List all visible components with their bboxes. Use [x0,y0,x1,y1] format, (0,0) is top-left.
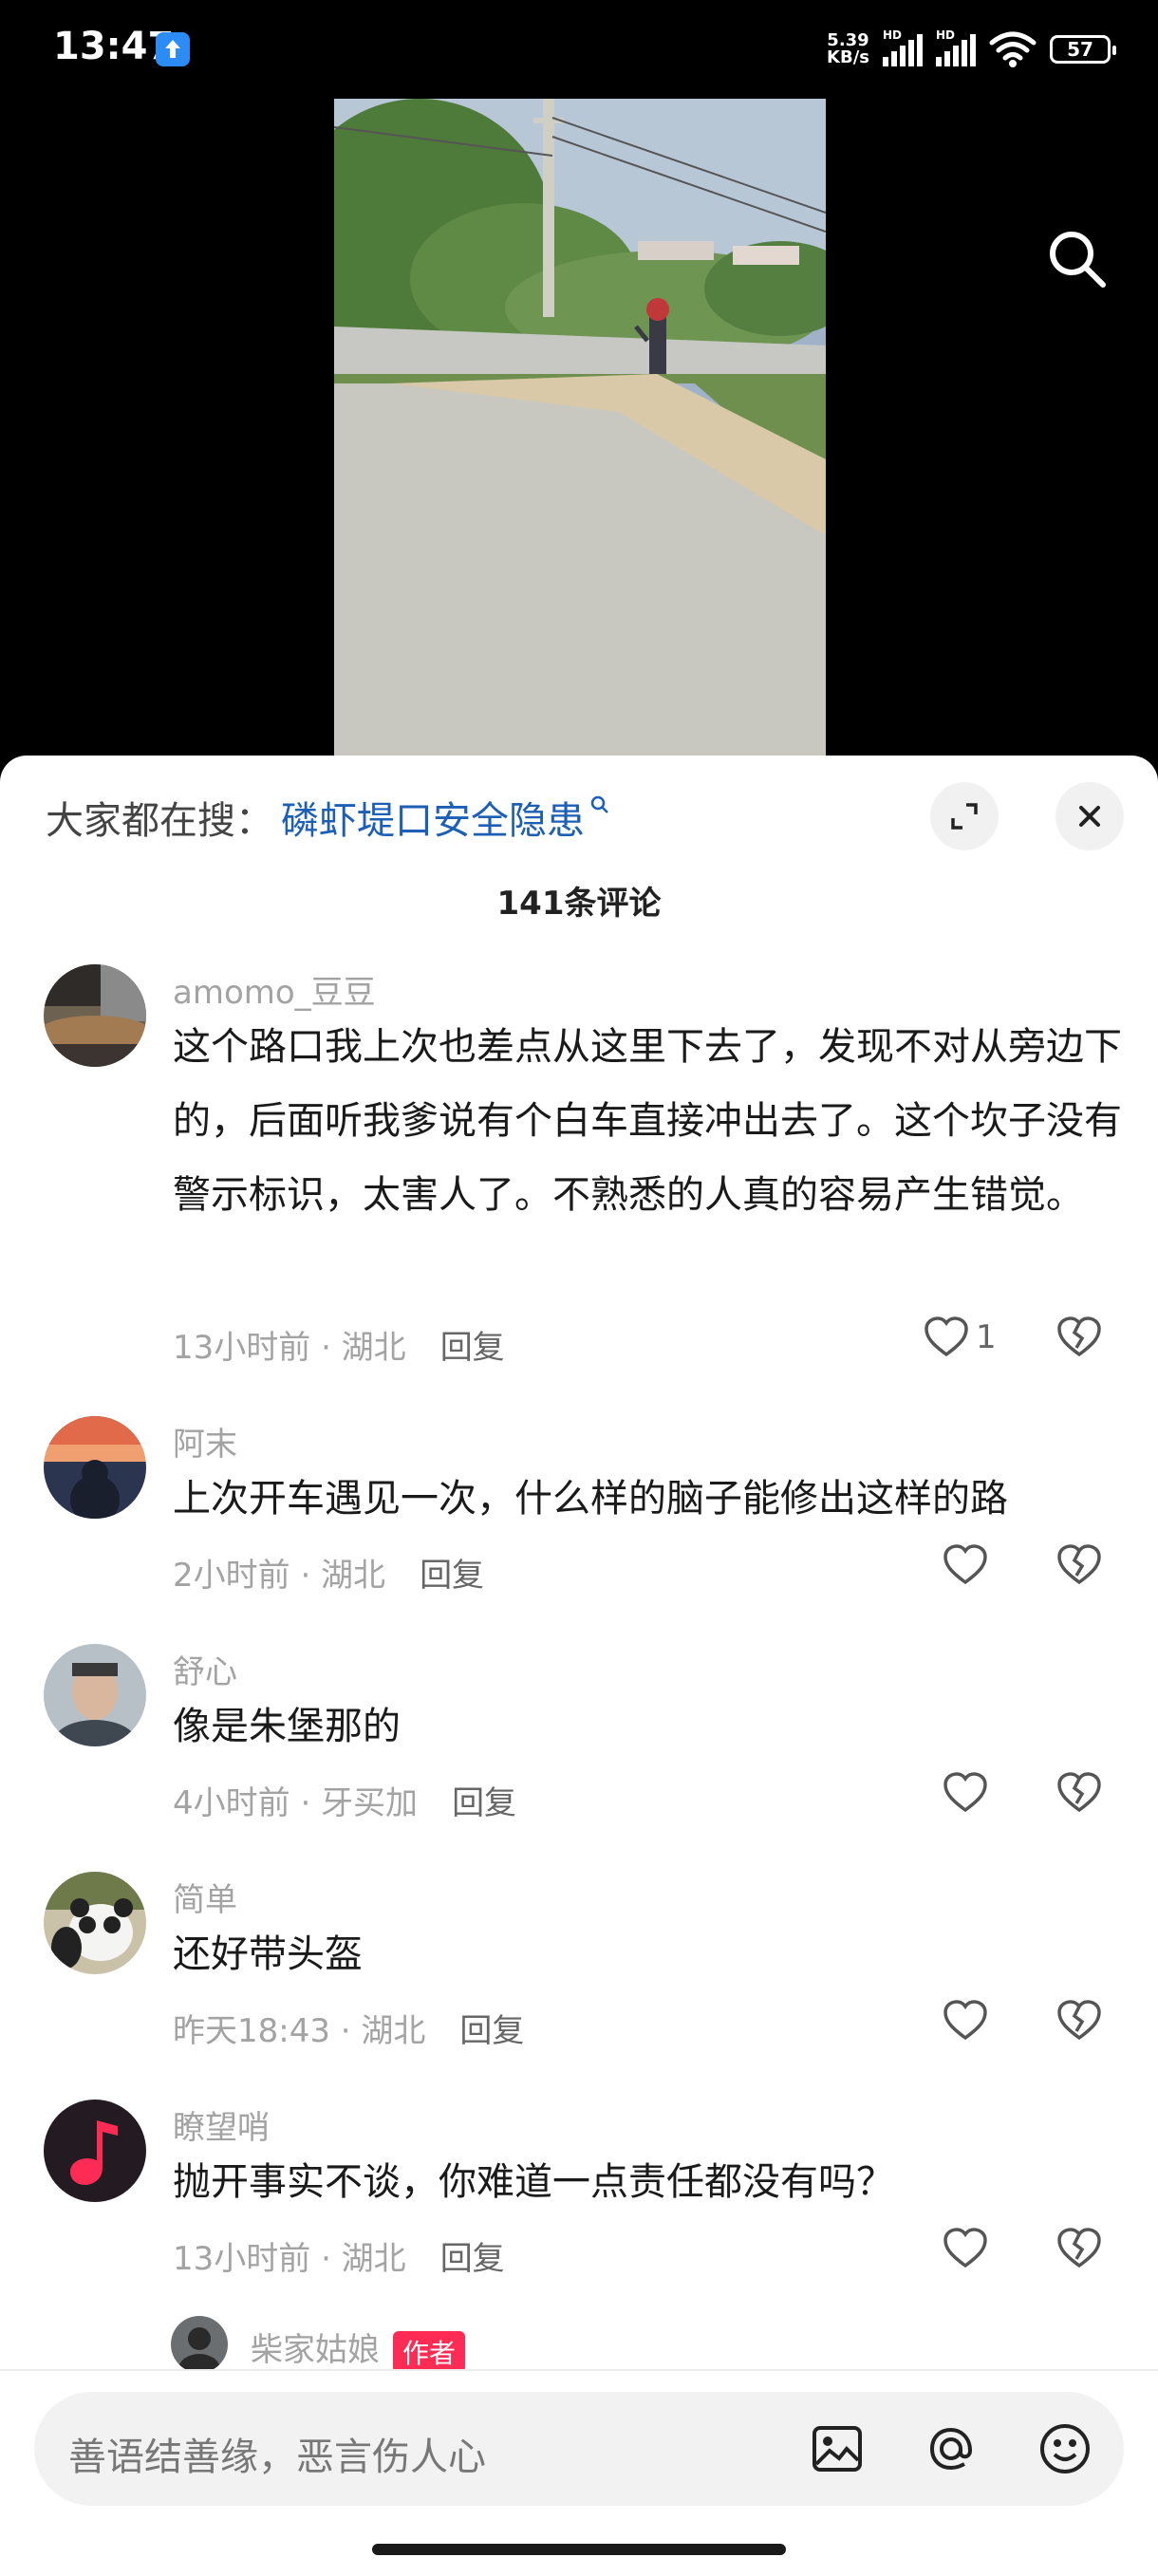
reply-button[interactable]: 回复 [420,1557,484,1595]
comments-sheet: 大家都在搜： 磷虾堤口安全隐患 141条评论 amomo_豆豆 这个路口我上次也差… [0,756,1158,2574]
broken-heart-icon [1057,1772,1101,1813]
search-button[interactable] [1044,226,1111,292]
wifi-icon [989,31,1037,67]
battery-icon: 57 [1050,35,1116,64]
comment-meta: 13小时前 · 湖北 回复 [173,2240,505,2278]
heart-icon [943,1544,987,1585]
comment-text: 抛开事实不谈，你难道一点责任都没有吗？ [173,2160,894,2204]
comment-text: 上次开车遇见一次，什么样的脑子能修出这样的路 [173,1477,1008,1521]
hot-search-label: 大家都在搜： [46,799,273,843]
hot-search-row: 大家都在搜： 磷虾堤口安全隐患 [46,790,611,845]
like-button[interactable] [942,1769,989,1817]
comment-author[interactable]: 阿末 [173,1418,237,1465]
dislike-button[interactable] [1055,1769,1103,1820]
at-icon [929,2427,973,2471]
like-button[interactable] [942,2225,989,2272]
avatar[interactable] [171,2316,228,2373]
home-indicator[interactable] [372,2544,786,2555]
comment-author[interactable]: amomo_豆豆 [173,966,376,1013]
avatar[interactable] [44,2100,146,2202]
reply-button[interactable]: 回复 [459,2012,524,2050]
avatar[interactable] [44,1644,146,1746]
network-speed: 5.39 KB/s [827,30,869,67]
like-button[interactable] [942,1997,989,2044]
video-player[interactable] [0,99,1158,763]
comment-author[interactable]: 舒心 [173,1646,237,1692]
heart-icon [943,2228,987,2268]
like-count: 1 [976,1318,997,1356]
broken-heart-icon [1057,1316,1101,1357]
image-button[interactable] [809,2420,866,2477]
hot-search-link[interactable]: 磷虾堤口安全隐患 [281,799,585,843]
status-bar: 13:47 5.39 KB/s HD HD 57 [0,0,1158,99]
comment-text: 还好带头盔 [173,1932,363,1976]
upload-notification-icon [156,32,190,66]
reply-button[interactable]: 回复 [440,1329,505,1367]
close-button[interactable] [1055,782,1124,850]
dislike-button[interactable] [1055,2225,1103,2276]
dislike-button[interactable] [1055,1997,1103,2048]
reply-author[interactable]: 柴家姑娘 作者 [251,2324,466,2373]
search-icon [1050,232,1106,288]
avatar[interactable] [44,964,146,1067]
signal-icon: HD [883,28,923,66]
reply-button[interactable]: 回复 [440,2240,505,2278]
video-thumbnail [334,99,826,763]
comment-meta: 13小时前 · 湖北 回复 [173,1329,505,1367]
broken-heart-icon [1057,2000,1101,2041]
broken-heart-icon [1057,1544,1101,1585]
dislike-button[interactable] [1055,1541,1103,1593]
search-icon [590,795,608,813]
heart-icon [943,1772,987,1813]
avatar[interactable] [44,1872,146,1974]
comment-meta: 4小时前 · 牙买加 回复 [173,1784,517,1822]
comment-input-bar: 善语结善缘，恶言伤人心 [0,2369,1158,2576]
reply-button[interactable]: 回复 [452,1784,516,1822]
emoji-icon [1040,2424,1090,2473]
avatar[interactable] [44,1416,146,1519]
broken-heart-icon [1057,2228,1101,2268]
heart-icon [943,2000,987,2041]
comment-input[interactable]: 善语结善缘，恶言伤人心 [34,2392,1124,2506]
comment-meta: 昨天18:43 · 湖北 回复 [173,2012,525,2050]
like-button[interactable] [942,1541,989,1589]
comment-text: 这个路口我上次也差点从这里下去了，发现不对从旁边下的，后面听我爹说有个白车直接冲… [173,1025,1122,1217]
signal-icon-2: HD [936,28,976,66]
image-icon [812,2426,862,2472]
mention-button[interactable] [923,2420,980,2477]
close-icon [1079,806,1100,827]
comment-meta: 2小时前 · 湖北 回复 [173,1557,485,1595]
comment-author[interactable]: 简单 [173,1874,237,1920]
expand-button[interactable] [930,782,999,850]
comment-text: 像是朱堡那的 [173,1705,401,1748]
expand-icon [951,803,978,830]
author-badge: 作者 [393,2330,466,2373]
comment-input-placeholder: 善语结善缘，恶言伤人心 [68,2436,486,2479]
comment-author[interactable]: 瞭望哨 [173,2101,270,2148]
like-button[interactable]: 1 [923,1314,997,1361]
status-indicators: 5.39 KB/s HD HD 57 [827,28,1116,70]
comment-count-title: 141条评论 [496,885,662,923]
dislike-button[interactable] [1055,1314,1103,1365]
heart-icon [925,1316,968,1357]
emoji-button[interactable] [1037,2420,1093,2477]
